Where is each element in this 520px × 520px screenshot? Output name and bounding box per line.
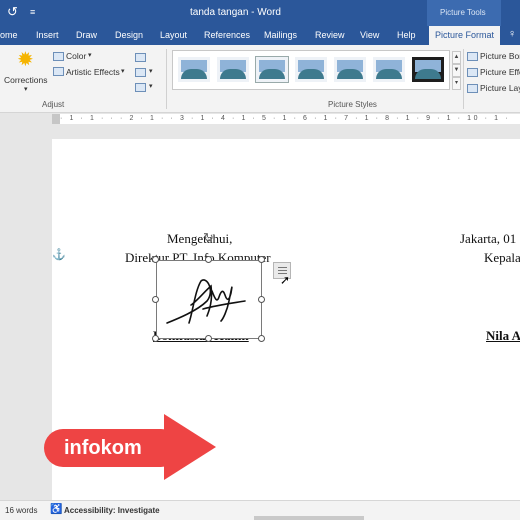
- accessibility-icon[interactable]: ♿: [50, 504, 62, 515]
- resize-handle[interactable]: [152, 256, 159, 263]
- artistic-effects-label: Artistic Effects: [66, 67, 120, 77]
- picture-style-thumb[interactable]: [178, 57, 210, 82]
- picture-styles-gallery: [172, 50, 450, 90]
- window-title: tanda tangan - Word: [190, 7, 281, 18]
- signature-picture[interactable]: [156, 260, 262, 339]
- chevron-down-icon: ▾: [88, 52, 92, 59]
- resize-handle[interactable]: [258, 256, 265, 263]
- resize-handle[interactable]: [258, 335, 265, 342]
- ruler-marks: · 1 · 1 · · · 2 · 1 · · 3 · 1 · 4 · 1 · …: [60, 115, 511, 122]
- horizontal-ruler[interactable]: · 1 · 1 · · · 2 · 1 · · 3 · 1 · 4 · 1 · …: [0, 113, 520, 125]
- group-divider: [463, 49, 464, 109]
- layout-options-icon: [278, 270, 287, 271]
- picture-style-thumb[interactable]: [334, 57, 366, 82]
- chevron-down-icon[interactable]: ▾: [149, 82, 153, 90]
- tab-references[interactable]: References: [204, 30, 250, 40]
- tab-draw[interactable]: Draw: [76, 30, 97, 40]
- picture-style-thumb[interactable]: [373, 57, 405, 82]
- customize-quick-access-icon[interactable]: ≡: [30, 7, 35, 17]
- tab-design[interactable]: Design: [115, 30, 143, 40]
- resize-handle[interactable]: [152, 296, 159, 303]
- chevron-down-icon: ▾: [121, 68, 125, 75]
- picture-effects-icon[interactable]: [467, 68, 478, 77]
- word-window: ↺ ≡ tanda tangan - Word Picture Tools om…: [0, 0, 520, 520]
- tab-view[interactable]: View: [360, 30, 379, 40]
- word-count[interactable]: 16 words: [5, 506, 37, 515]
- color-label: Color: [66, 51, 87, 61]
- right-line-1: Jakarta, 01: [460, 231, 517, 246]
- right-signer-name: Nila A: [486, 328, 520, 343]
- right-line-2: Kepala: [484, 250, 520, 265]
- picture-border-button[interactable]: Picture Bor: [480, 51, 520, 61]
- layout-options-icon: [278, 267, 287, 268]
- watermark-arrow: [164, 414, 216, 480]
- watermark-text: infokom: [64, 437, 142, 459]
- picture-style-thumb[interactable]: [217, 57, 249, 82]
- chevron-down-icon[interactable]: ▾: [149, 67, 153, 75]
- sun-icon: ✹: [17, 49, 34, 71]
- anchor-icon[interactable]: ⚓: [52, 248, 66, 261]
- rotate-handle-icon[interactable]: ↻: [203, 230, 214, 246]
- picture-style-thumb[interactable]: [295, 57, 327, 82]
- ribbon: ✹ Corrections ▾ Color ▾ Artistic Effects…: [0, 45, 520, 113]
- group-divider: [166, 49, 167, 109]
- title-bar: ↺ ≡ tanda tangan - Word Picture Tools: [0, 0, 520, 26]
- picture-effects-button[interactable]: Picture Effe: [480, 67, 520, 77]
- picture-tools-context: Picture Tools: [427, 0, 501, 26]
- style-preview-hill: [220, 69, 246, 79]
- picture-layout-button[interactable]: Picture Lay: [480, 83, 520, 93]
- style-preview-hill: [181, 69, 207, 79]
- tab-insert[interactable]: Insert: [36, 30, 59, 40]
- style-preview-hill: [376, 69, 402, 79]
- reset-picture-icon[interactable]: [135, 83, 146, 92]
- style-preview-hill: [337, 69, 363, 79]
- gallery-more-icon[interactable]: ▾: [452, 77, 461, 90]
- tab-review[interactable]: Review: [315, 30, 345, 40]
- tell-me-lightbulb-icon[interactable]: ♀: [508, 28, 516, 40]
- contextual-tab-group-label: Picture Tools: [440, 8, 486, 17]
- style-preview-hill: [259, 69, 285, 79]
- autosave-refresh-icon[interactable]: ↺: [7, 4, 18, 20]
- resize-handle[interactable]: [258, 296, 265, 303]
- picture-border-icon[interactable]: [467, 52, 478, 61]
- gallery-down-icon[interactable]: ▼: [452, 64, 461, 77]
- tab-home[interactable]: ome: [0, 30, 18, 40]
- horizontal-scrollbar[interactable]: [254, 516, 364, 520]
- artistic-effects-icon: [53, 67, 64, 76]
- tab-layout[interactable]: Layout: [160, 30, 187, 40]
- resize-handle[interactable]: [152, 335, 159, 342]
- color-icon: [53, 52, 64, 61]
- infokom-watermark: infokom: [44, 414, 220, 480]
- status-bar: 16 words ♿ Accessibility: Investigate: [0, 500, 520, 520]
- gallery-up-icon[interactable]: ▲: [452, 51, 461, 64]
- adjust-group-label: Adjust: [42, 100, 65, 109]
- style-preview-hill: [415, 69, 441, 79]
- mouse-cursor-icon: ➚: [280, 273, 291, 287]
- corrections-label: Corrections: [4, 75, 48, 85]
- picture-styles-group-label: Picture Styles: [328, 100, 377, 109]
- style-preview-hill: [298, 69, 324, 79]
- picture-style-thumb[interactable]: [255, 56, 289, 83]
- resize-handle[interactable]: [205, 335, 212, 342]
- tab-help[interactable]: Help: [397, 30, 416, 40]
- ruler-margin: [52, 114, 60, 124]
- picture-style-thumb[interactable]: [412, 57, 444, 82]
- change-picture-icon[interactable]: [135, 68, 146, 77]
- chevron-down-icon: ▾: [24, 86, 28, 93]
- tab-mailings[interactable]: Mailings: [264, 30, 297, 40]
- accessibility-status[interactable]: Accessibility: Investigate: [64, 506, 160, 515]
- resize-handle[interactable]: [205, 256, 212, 263]
- picture-layout-icon[interactable]: [467, 84, 478, 93]
- handwritten-signature: [157, 261, 261, 338]
- ribbon-tabs: ome Insert Draw Design Layout References…: [0, 26, 520, 45]
- tab-picture-format[interactable]: Picture Format: [429, 26, 501, 45]
- compress-pictures-icon[interactable]: [135, 53, 146, 62]
- left-line-1: Mengetahui,: [167, 231, 233, 246]
